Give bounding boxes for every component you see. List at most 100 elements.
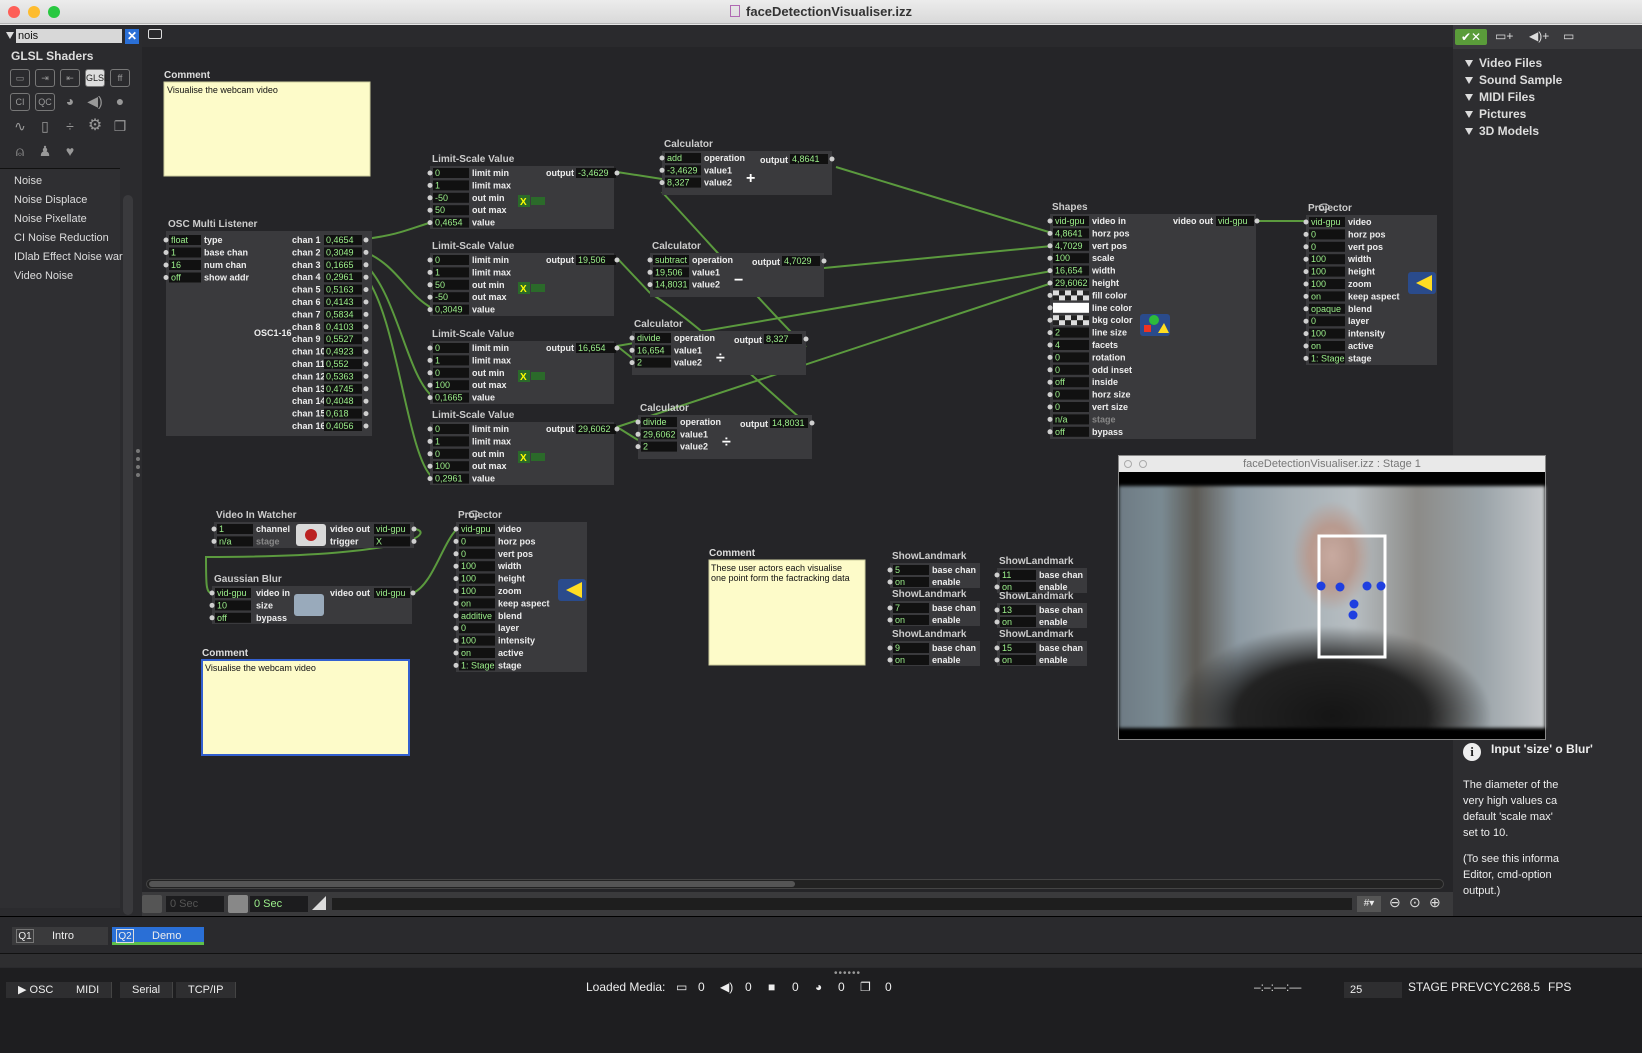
port-dot[interactable] <box>211 538 217 544</box>
port-dot[interactable] <box>659 167 665 173</box>
port-dot[interactable] <box>1047 354 1053 360</box>
port-dot[interactable] <box>427 294 433 300</box>
port-dot[interactable] <box>453 600 459 606</box>
port-dot[interactable] <box>887 645 893 651</box>
port-dot[interactable] <box>994 572 1000 578</box>
antenna-filter-icon[interactable]: ⍝ <box>10 143 30 161</box>
port-dot[interactable] <box>1303 269 1309 275</box>
limit-scale-actor[interactable]: Limit-Scale Value 0 limit min 1 limit max 50 o… <box>427 241 620 316</box>
math-filter-icon[interactable]: ÷ <box>60 118 80 136</box>
timecode-slider-icon[interactable]: –:–:—:— <box>1254 980 1301 994</box>
color-swatch[interactable] <box>1053 302 1089 313</box>
projector-actor[interactable]: Projector vid-gpu video 0 horz pos 0 vert pos 1… <box>1303 203 1438 365</box>
port-dot[interactable] <box>1303 293 1309 299</box>
port-dot[interactable] <box>1047 280 1053 286</box>
port-dot[interactable] <box>1047 342 1053 348</box>
video-in-watcher-actor[interactable]: Video In Watcher 1 channel n/a stage video ou… <box>211 510 417 548</box>
calculator-actor[interactable]: Calculator subtract operation 19,506 value1 1… <box>647 241 827 297</box>
port-dot[interactable] <box>1047 305 1053 311</box>
frame-rate-stepper[interactable]: 25 <box>1344 982 1402 998</box>
port-dot[interactable] <box>427 269 433 275</box>
port-dot[interactable] <box>363 249 369 255</box>
port-dot[interactable] <box>887 617 893 623</box>
color-filter-icon[interactable]: ● <box>110 93 130 111</box>
port-dot[interactable] <box>163 250 169 255</box>
comment-box[interactable] <box>163 81 371 177</box>
library-item-noise[interactable]: Noise <box>14 175 42 187</box>
stop-icon[interactable] <box>142 895 162 913</box>
port-dot[interactable] <box>614 170 620 176</box>
port-dot[interactable] <box>1303 331 1309 337</box>
port-dot[interactable] <box>1303 219 1309 225</box>
port-dot[interactable] <box>829 156 835 162</box>
port-dot[interactable] <box>629 360 635 366</box>
show-landmark-actor[interactable]: ShowLandmark 15 base chan on enable <box>994 629 1088 666</box>
limit-scale-actor[interactable]: Limit-Scale Value 0 limit min 1 limit max 0 ou… <box>427 329 620 404</box>
scene-intro[interactable]: Q1 Intro <box>12 927 108 945</box>
port-dot[interactable] <box>209 615 215 621</box>
library-item-ci-noise-reduction[interactable]: CI Noise Reduction <box>14 232 109 244</box>
zoom-fit-icon[interactable]: ⊙ <box>1409 894 1421 911</box>
port-dot[interactable] <box>1047 404 1053 410</box>
port-dot[interactable] <box>453 662 459 668</box>
video-filter-icon[interactable]: ▭ <box>10 69 30 87</box>
link-icon[interactable] <box>531 284 545 292</box>
port-dot[interactable] <box>163 237 169 243</box>
port-dot[interactable] <box>994 619 1000 625</box>
port-dot[interactable] <box>427 182 433 188</box>
show-landmark-actor[interactable]: ShowLandmark 5 base chan on enable <box>887 551 981 588</box>
port-dot[interactable] <box>427 451 433 457</box>
port-dot[interactable] <box>635 444 641 450</box>
check-icon[interactable]: ✔✕ <box>1455 29 1487 45</box>
port-dot[interactable] <box>410 590 416 596</box>
stage-window[interactable]: faceDetectionVisualiser.izz : Stage 1 <box>1118 455 1546 740</box>
gaussian-blur-actor[interactable]: Gaussian Blur vid-gpu video in 10 size off byp… <box>209 574 416 624</box>
port-dot[interactable] <box>629 347 635 353</box>
port-dot[interactable] <box>635 419 641 425</box>
show-landmark-actor[interactable]: ShowLandmark 9 base chan on enable <box>887 629 981 666</box>
port-dot[interactable] <box>411 538 417 544</box>
port-dot[interactable] <box>994 657 1000 663</box>
port-dot[interactable] <box>363 386 369 392</box>
port-dot[interactable] <box>1047 255 1053 261</box>
port-dot[interactable] <box>1047 230 1053 236</box>
port-dot[interactable] <box>647 269 653 275</box>
port-dot[interactable] <box>647 257 653 263</box>
limit-scale-actor[interactable]: Limit-Scale Value 0 limit min 1 limit max -50… <box>427 154 620 229</box>
editor-horizontal-scrollbar[interactable] <box>146 879 1444 889</box>
port-dot[interactable] <box>453 613 459 619</box>
port-dot[interactable] <box>363 423 369 429</box>
port-dot[interactable] <box>1047 317 1053 323</box>
link-icon[interactable] <box>531 453 545 461</box>
port-dot[interactable] <box>427 357 433 363</box>
port-dot[interactable] <box>809 420 815 426</box>
port-dot[interactable] <box>363 336 369 342</box>
port-dot[interactable] <box>427 282 433 288</box>
port-dot[interactable] <box>821 258 827 264</box>
port-dot[interactable] <box>163 275 169 280</box>
gear-filter-icon[interactable]: ⚙ <box>85 118 105 136</box>
port-dot[interactable] <box>1303 256 1309 262</box>
stage-minimize-button[interactable] <box>1139 460 1147 468</box>
port-dot[interactable] <box>659 180 665 186</box>
ci-filter-icon[interactable]: CI <box>10 93 30 111</box>
port-dot[interactable] <box>614 426 620 432</box>
scene-scroll-strip[interactable] <box>0 953 1642 967</box>
port-dot[interactable] <box>427 257 433 263</box>
link-icon[interactable] <box>531 372 545 380</box>
port-dot[interactable] <box>211 526 217 532</box>
port-dot[interactable] <box>363 373 369 379</box>
port-dot[interactable] <box>614 257 620 263</box>
port-dot[interactable] <box>453 551 459 557</box>
section-pictures[interactable]: Pictures <box>1457 107 1642 123</box>
port-dot[interactable] <box>1047 268 1053 274</box>
limit-scale-actor[interactable]: Limit-Scale Value 0 limit min 1 limit max 0 ou… <box>427 410 620 485</box>
layers-filter-icon[interactable]: ❐ <box>110 118 130 136</box>
port-dot[interactable] <box>1047 243 1053 249</box>
port-dot[interactable] <box>1303 306 1309 312</box>
port-dot[interactable] <box>1047 367 1053 373</box>
port-dot[interactable] <box>209 602 215 608</box>
port-dot[interactable] <box>1047 379 1053 385</box>
timeline-track[interactable] <box>332 898 1352 910</box>
port-dot[interactable] <box>887 605 893 611</box>
